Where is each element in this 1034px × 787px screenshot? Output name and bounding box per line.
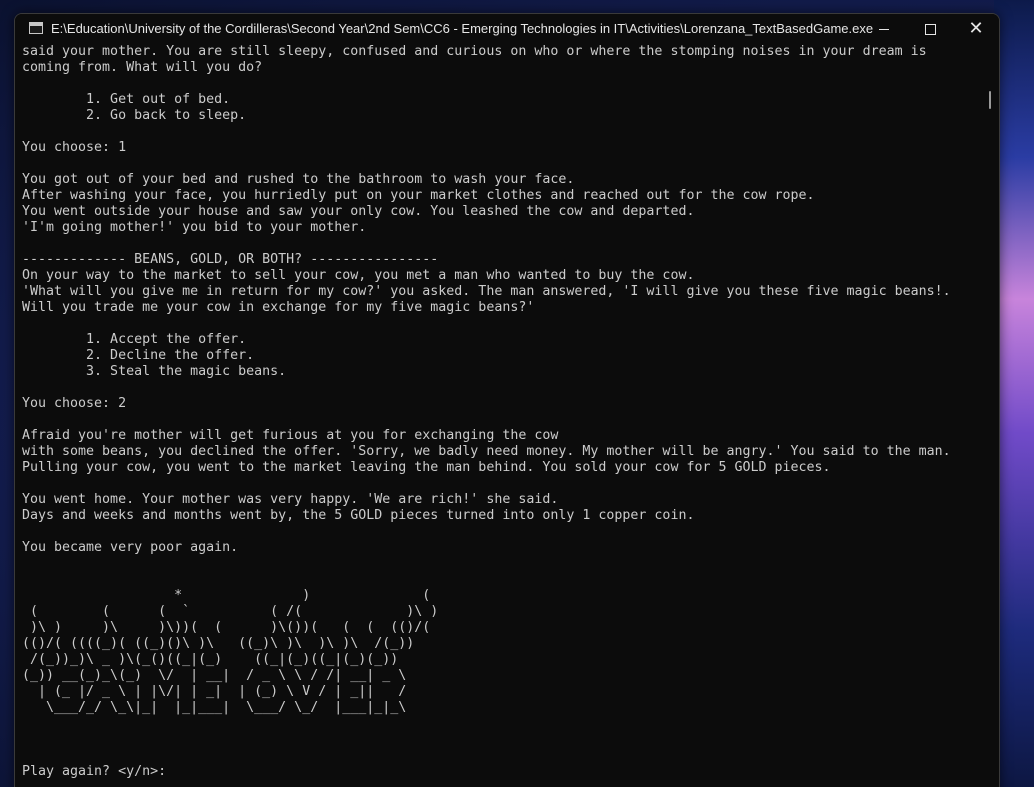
console-line: (()/( ((((_)( ((_)()\ )\ ((_)\ )\ )\ )\ …: [22, 636, 415, 651]
close-button[interactable]: ✕: [953, 14, 999, 44]
console-line: with some beans, you declined the offer.…: [22, 444, 951, 459]
console-line: \___/_/ \_\|_| |_|___| \___/ \_/ |___|_|…: [22, 700, 407, 715]
console-line: Play again? <y/n>:: [22, 764, 167, 779]
console-line: * ) (: [22, 588, 431, 603]
console-line: You went outside your house and saw your…: [22, 204, 695, 219]
close-icon: ✕: [968, 18, 984, 39]
console-line: said your mother. You are still sleepy, …: [22, 44, 927, 59]
console-line: 1. Accept the offer.: [22, 332, 247, 347]
console-line: ( ( ( ` ( /( )\ ): [22, 604, 439, 619]
console-output[interactable]: said your mother. You are still sleepy, …: [22, 44, 982, 787]
minimize-button[interactable]: [861, 14, 907, 44]
console-line: Pulling your cow, you went to the market…: [22, 460, 831, 475]
console-line: After washing your face, you hurriedly p…: [22, 188, 815, 203]
console-line: coming from. What will you do?: [22, 60, 263, 75]
console-window: E:\Education\University of the Cordiller…: [14, 13, 1000, 787]
console-line: 2. Decline the offer.: [22, 348, 255, 363]
console-line: 'What will you give me in return for my …: [22, 284, 951, 299]
console-line: 'I'm going mother!' you bid to your moth…: [22, 220, 367, 235]
console-line: 3. Steal the magic beans.: [22, 364, 287, 379]
console-line: Will you trade me your cow in exchange f…: [22, 300, 535, 315]
console-line: You became very poor again.: [22, 540, 239, 555]
desktop-wallpaper: [994, 0, 1034, 787]
console-line: You went home. Your mother was very happ…: [22, 492, 559, 507]
minimize-icon: [879, 28, 889, 30]
console-line: 1. Get out of bed.: [22, 92, 231, 107]
console-line: ------------- BEANS, GOLD, OR BOTH? ----…: [22, 252, 439, 267]
console-line: )\ ) )\ )\))( ( )\())( ( ( (()/(: [22, 620, 431, 635]
console-line: You got out of your bed and rushed to th…: [22, 172, 575, 187]
console-line: You choose: 1: [22, 140, 127, 155]
window-title: E:\Education\University of the Cordiller…: [51, 21, 874, 36]
console-line: Afraid you're mother will get furious at…: [22, 428, 559, 443]
console-line: (_)) __(_)_\(_) \/ | __| / _ \ \ / /| __…: [22, 668, 407, 683]
maximize-icon: [924, 23, 936, 35]
title-bar[interactable]: E:\Education\University of the Cordiller…: [15, 14, 999, 44]
vertical-scrollbar[interactable]: [985, 44, 999, 787]
console-line: /(_))_)\ _ )\(_()((_|(_) ((_|(_)((_|(_)(…: [22, 652, 399, 667]
console-line: Days and weeks and months went by, the 5…: [22, 508, 695, 523]
maximize-button[interactable]: [907, 14, 953, 44]
console-app-icon: [29, 22, 43, 34]
console-line: | (_ |/ _ \ | |\/| | _| | (_) \ V / | _|…: [22, 684, 407, 699]
scrollbar-thumb[interactable]: [989, 91, 991, 109]
console-line: You choose: 2: [22, 396, 127, 411]
console-line: On your way to the market to sell your c…: [22, 268, 695, 283]
console-line: 2. Go back to sleep.: [22, 108, 247, 123]
